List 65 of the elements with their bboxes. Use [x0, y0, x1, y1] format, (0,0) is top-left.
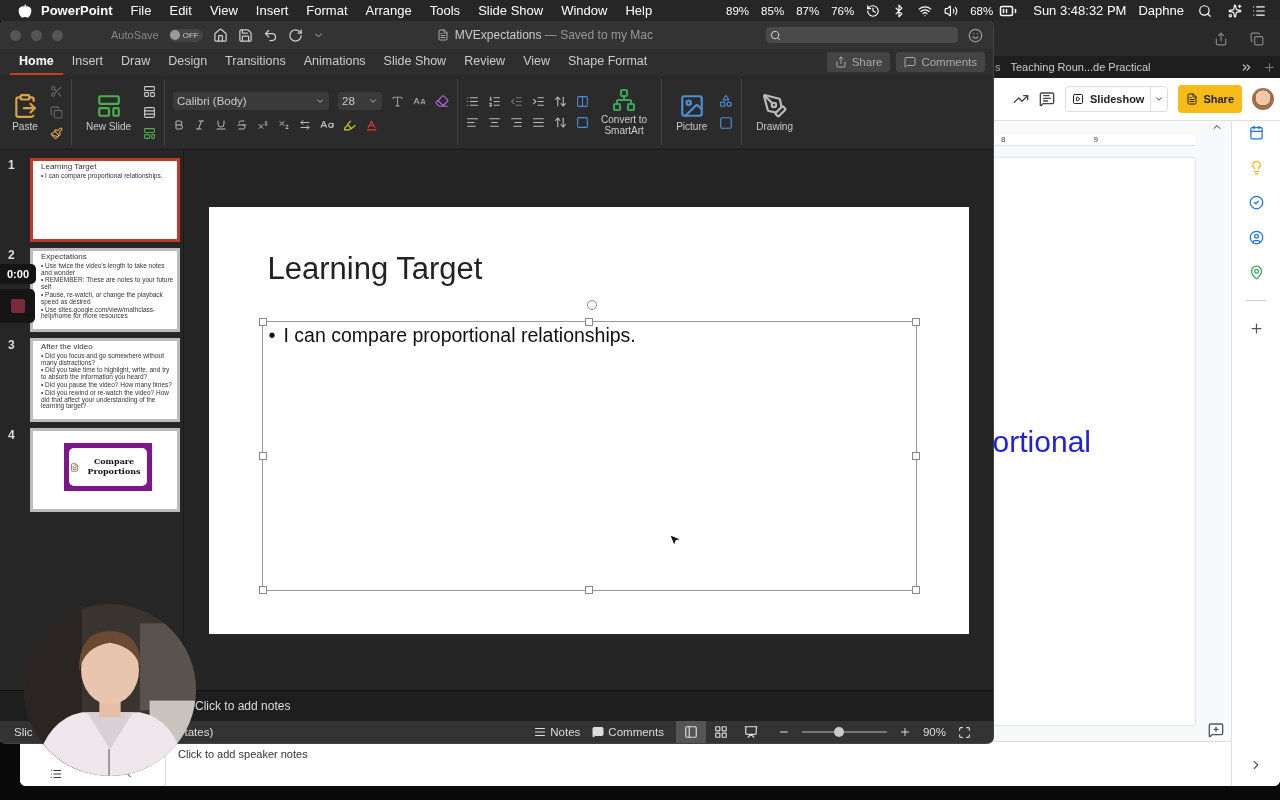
bullet-mark: • — [268, 323, 276, 347]
menu-item[interactable]: Insert — [246, 3, 298, 18]
thumbnail-title: Learning Target — [41, 163, 98, 172]
meter-reading[interactable]: 76% — [825, 4, 861, 17]
meter-reading[interactable]: 85% — [755, 4, 791, 17]
browser-tab[interactable]: Teaching Roun...de Practical — [1010, 61, 1230, 73]
slide-number: 1 — [8, 158, 16, 174]
status-text: tates) — [184, 726, 214, 738]
menu-item[interactable]: Help — [616, 3, 662, 18]
status-text: Slic — [14, 726, 33, 738]
notes-button[interactable]: Notes — [534, 726, 581, 738]
menu-item[interactable]: Window — [552, 3, 617, 18]
ribbon-tab[interactable]: Slide Show — [374, 49, 456, 75]
speaker-notes-placeholder[interactable]: Click to add speaker notes — [178, 748, 308, 760]
menu-item[interactable]: File — [121, 3, 161, 18]
thumbnail-title: Compare Proportions — [86, 457, 142, 477]
bullet-text: I can compare proportional relationships. — [283, 323, 636, 347]
menubar-clock[interactable]: Sun 3:48:32 PM — [1027, 3, 1133, 18]
font-name-dropdown[interactable]: Calibri (Body) — [173, 92, 330, 110]
ribbon-tab[interactable]: Draw — [112, 49, 160, 75]
paste-button[interactable]: Paste — [6, 91, 44, 133]
tab-fragment[interactable]: s — [995, 61, 1001, 73]
menu-item[interactable]: Format — [297, 3, 357, 18]
slide-text: ortional — [992, 424, 1091, 459]
menu-item[interactable]: Edit — [160, 3, 201, 18]
font-size-dropdown[interactable]: 28 — [338, 92, 383, 110]
ribbon-tab[interactable]: Review — [455, 49, 515, 75]
drawing-button[interactable]: Drawing — [750, 91, 799, 133]
slide-thumbnail[interactable]: Compare Proportions — [30, 428, 180, 512]
autosave-toggle[interactable]: OFF — [168, 28, 203, 42]
window-title: MVExpectations — Saved to my Mac — [454, 28, 653, 42]
ribbon-tab[interactable]: Insert — [62, 49, 112, 75]
zoom-level[interactable]: 90% — [922, 726, 946, 738]
ribbon-tab[interactable]: Animations — [294, 49, 375, 75]
notes-placeholder[interactable]: Click to add notes — [195, 699, 291, 713]
menu-item[interactable]: Arrange — [356, 3, 421, 18]
slideshow-button[interactable]: Slideshow — [1065, 86, 1169, 112]
menu-item[interactable]: Slide Show — [469, 3, 553, 18]
ribbon-tab[interactable]: View — [514, 49, 560, 75]
autosave-label: AutoSave — [111, 29, 159, 41]
thumbnail-title: After the video — [41, 343, 94, 352]
slide-title[interactable]: Learning Target — [267, 250, 483, 287]
slide-number: 4 — [8, 428, 16, 444]
recording-timer: 0:00 — [0, 264, 36, 284]
app-menu[interactable]: PowerPoint — [32, 3, 122, 18]
ribbon-tab[interactable]: Shape Format — [559, 49, 657, 75]
menu-item[interactable]: Tools — [420, 3, 470, 18]
share-button[interactable]: Share — [1178, 85, 1242, 113]
menu-item[interactable]: View — [200, 3, 247, 18]
comments-button[interactable]: Comments — [896, 52, 985, 72]
battery-percent: 68% — [969, 4, 995, 17]
smartart-button[interactable]: Convert to SmartArt — [595, 87, 654, 137]
ribbon-tab[interactable]: Home — [10, 49, 63, 75]
user-name[interactable]: Daphne — [1132, 3, 1190, 18]
share-button[interactable]: Share — [826, 52, 891, 72]
meter-reading[interactable]: 87% — [790, 4, 826, 17]
ruler: 8 9 — [995, 135, 1195, 146]
ribbon-tab[interactable]: Transitions — [216, 49, 295, 75]
new-slide-button[interactable]: New Slide — [80, 91, 138, 133]
meter-reading[interactable]: 89% — [720, 4, 756, 17]
comments-button[interactable]: Comments — [592, 726, 664, 738]
picture-button[interactable]: Picture — [670, 91, 714, 133]
thumbnail-title: Expectations — [41, 253, 88, 262]
ribbon-tab[interactable]: Design — [159, 49, 217, 75]
slide-number: 3 — [8, 338, 16, 354]
